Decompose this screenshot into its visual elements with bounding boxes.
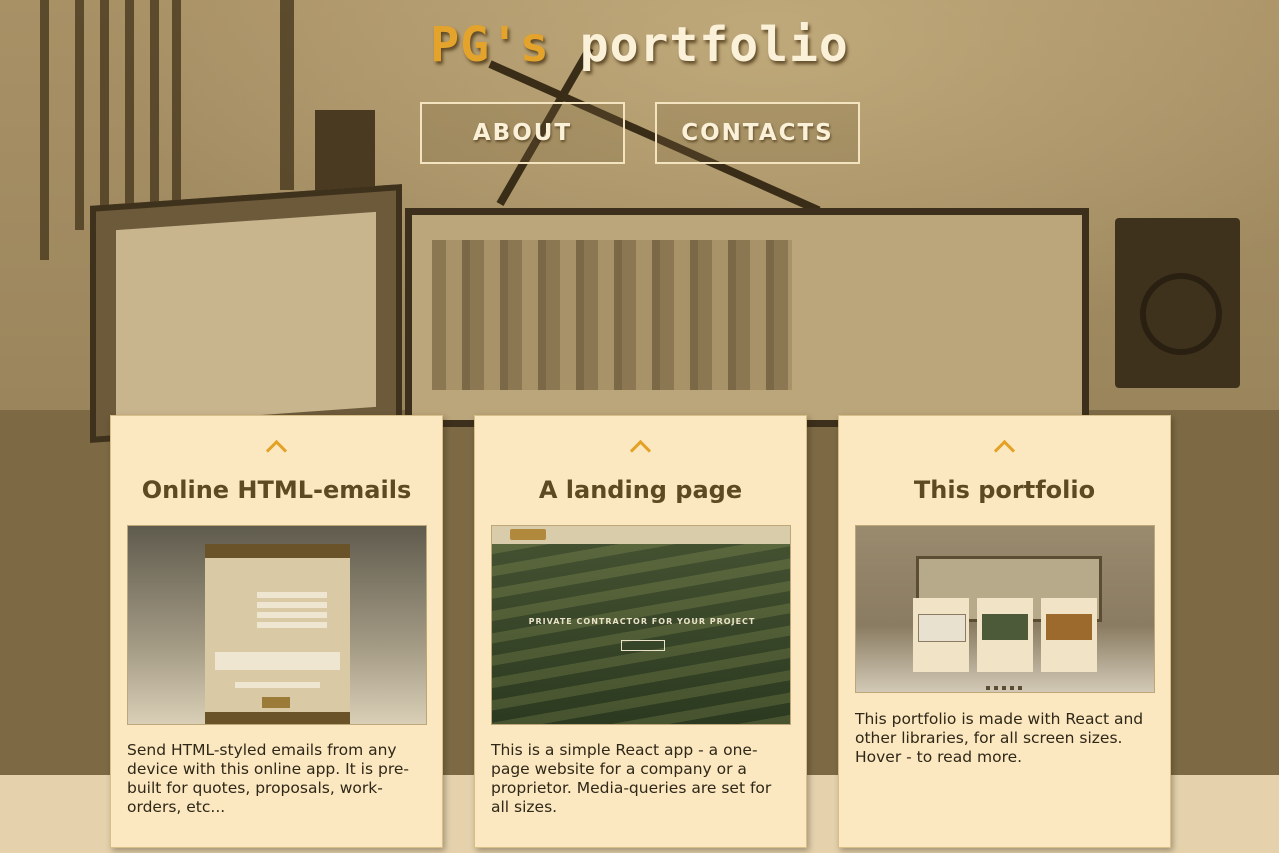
background-speaker <box>1115 218 1240 388</box>
card-thumbnail: PRIVATE CONTRACTOR FOR YOUR PROJECT <box>491 525 791 725</box>
card-thumbnail <box>127 525 427 725</box>
site-title-word: portfolio <box>579 17 849 73</box>
contacts-button[interactable]: CONTACTS <box>655 102 860 164</box>
thumbnail-tagline: PRIVATE CONTRACTOR FOR YOUR PROJECT <box>528 617 756 626</box>
background-monitor-left <box>90 184 402 443</box>
project-card-landing-page[interactable]: A landing page PRIVATE CONTRACTOR FOR YO… <box>474 415 807 848</box>
site-title: PG's portfolio <box>0 14 1279 76</box>
card-title: This portfolio <box>913 476 1096 504</box>
card-title: Online HTML-emails <box>141 476 412 504</box>
chevron-up-icon[interactable] <box>475 438 806 462</box>
chevron-up-icon[interactable] <box>111 438 442 462</box>
background-monitor-main <box>405 208 1089 427</box>
card-title: A landing page <box>538 476 743 504</box>
site-title-name: PG's <box>430 17 550 73</box>
chevron-up-icon[interactable] <box>839 438 1170 462</box>
card-description: This portfolio is made with React and ot… <box>855 710 1144 766</box>
card-description: Send HTML-styled emails from any device … <box>127 741 409 816</box>
project-card-portfolio[interactable]: This portfolio This portfolio is made wi… <box>838 415 1171 848</box>
about-button[interactable]: ABOUT <box>420 102 625 164</box>
card-thumbnail <box>855 525 1155 693</box>
card-description: This is a simple React app - a one-page … <box>491 741 772 816</box>
project-card-html-emails[interactable]: Online HTML-emails Send HTML-styled emai… <box>110 415 443 848</box>
